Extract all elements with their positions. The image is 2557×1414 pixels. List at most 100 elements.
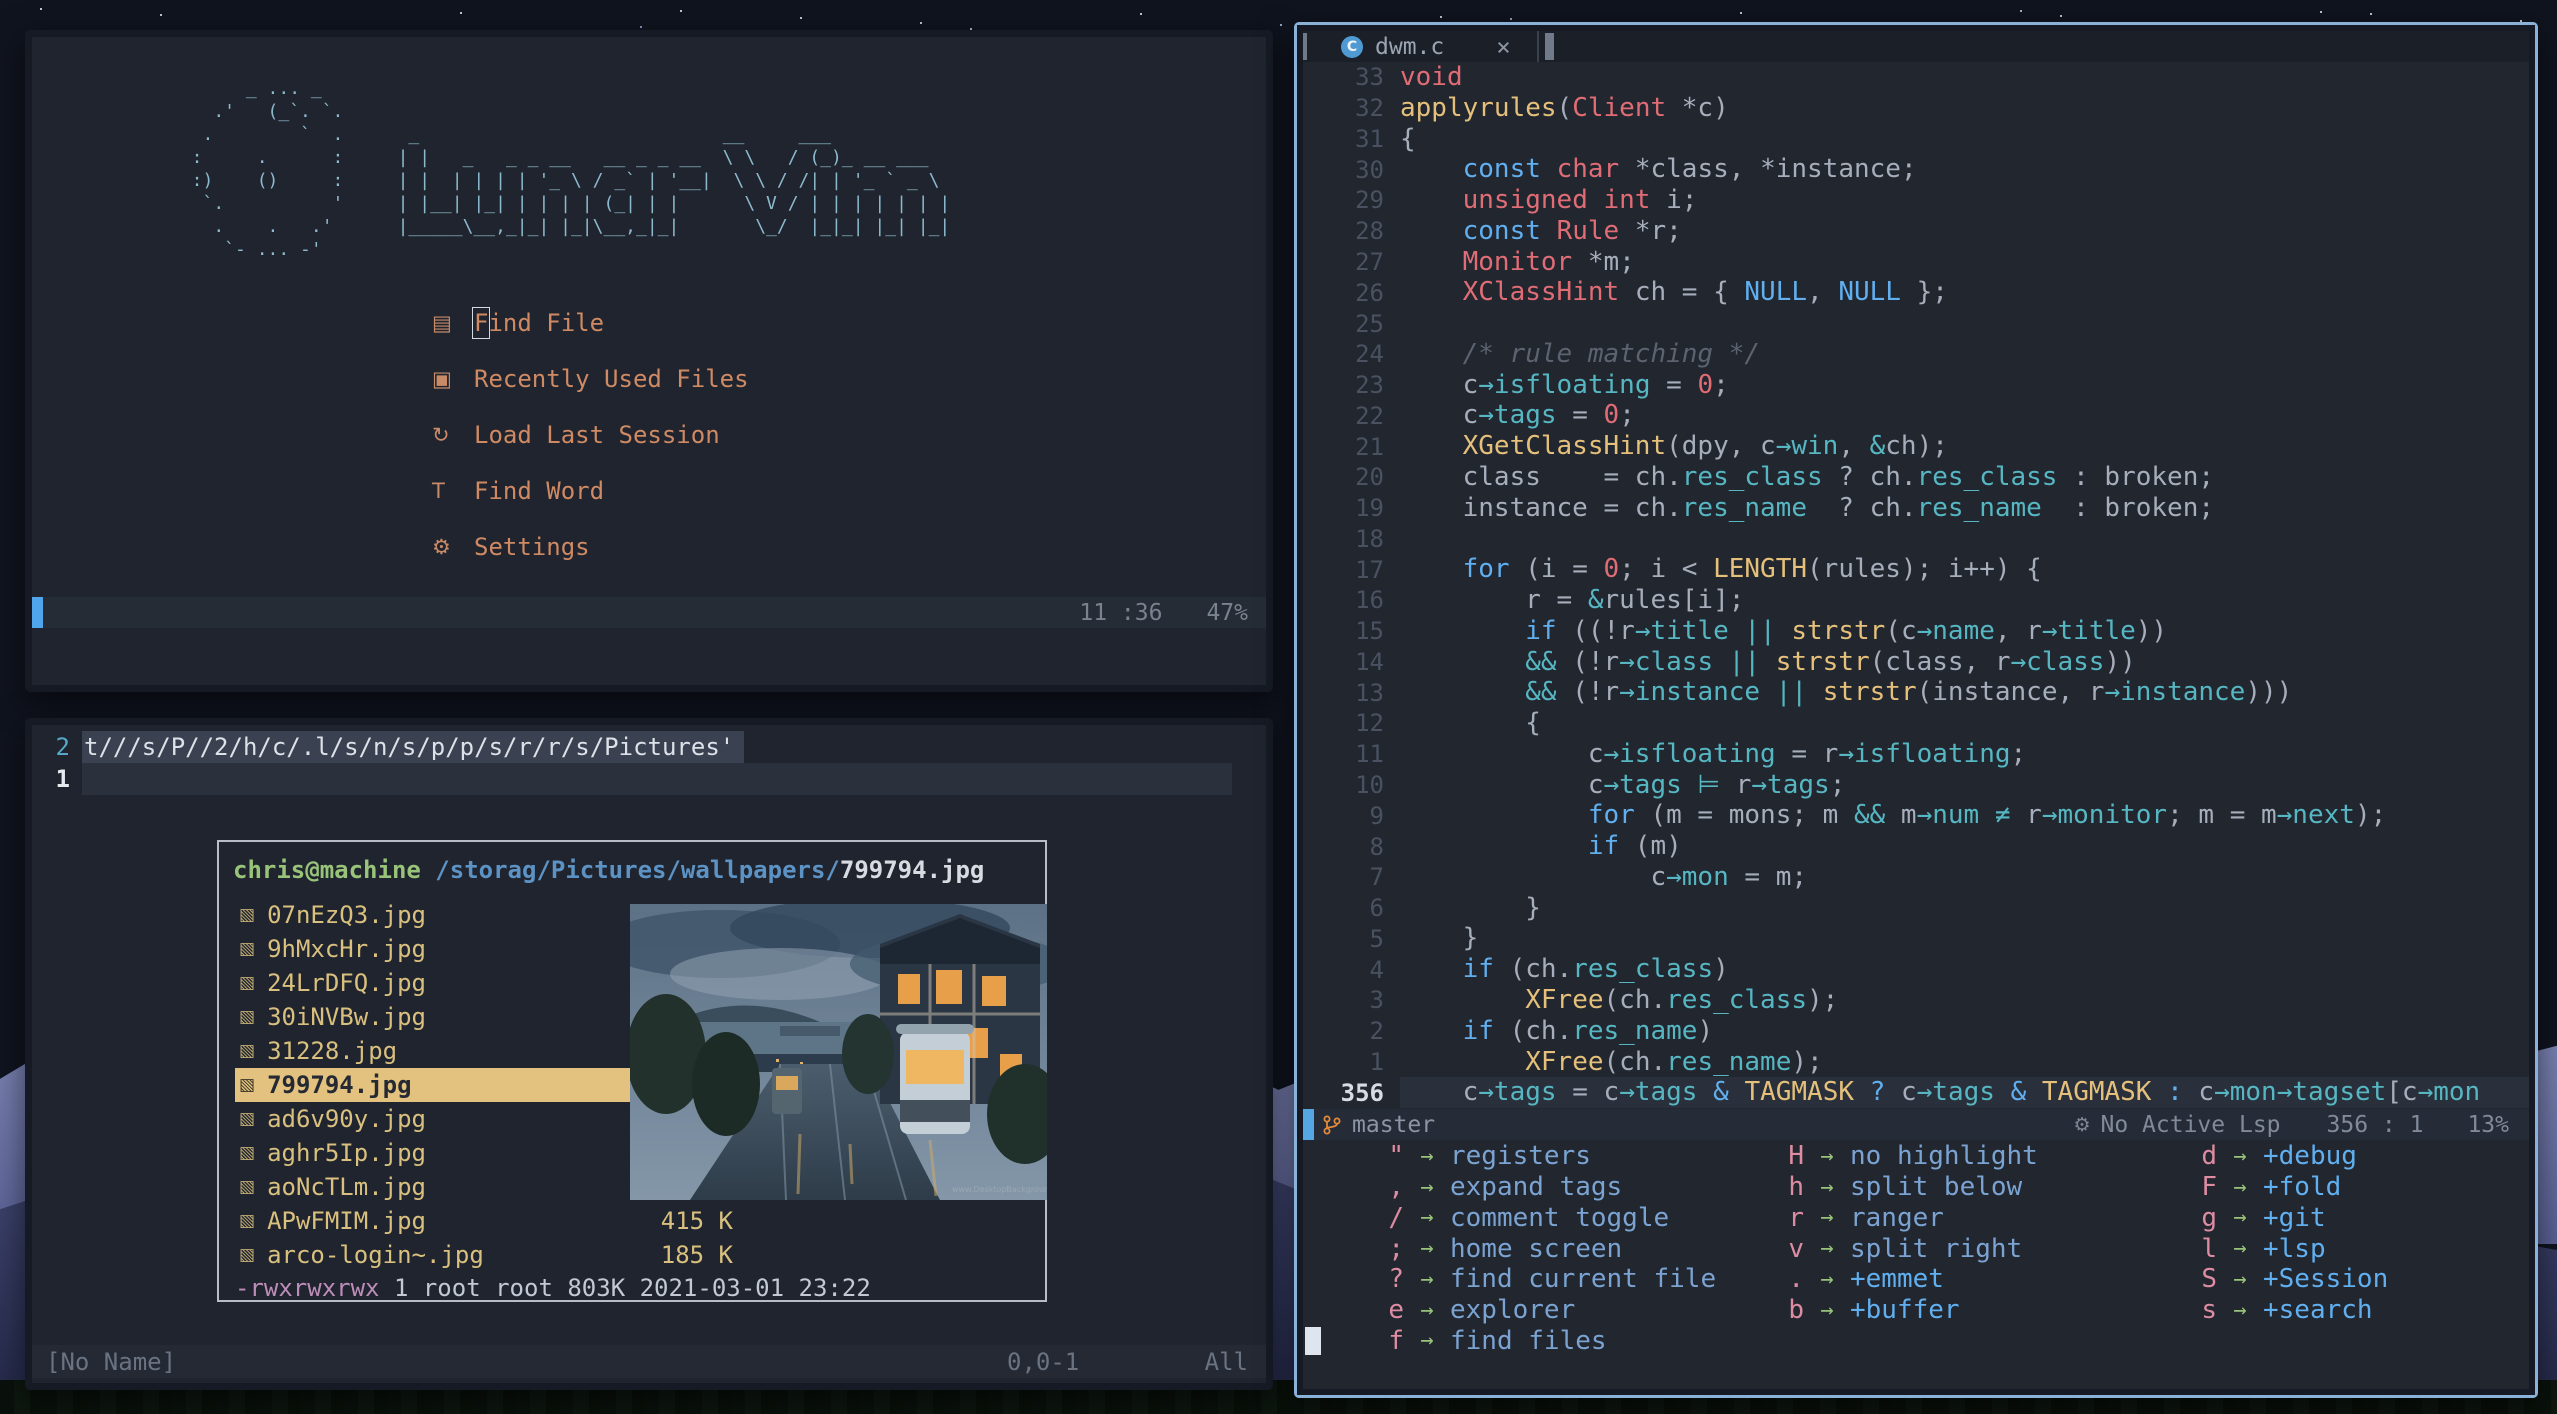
- line-number: 13: [1355, 678, 1384, 707]
- whichkey-item-find-files[interactable]: f → find files: [1358, 1326, 1716, 1357]
- code-line[interactable]: 12 {: [1303, 708, 2529, 739]
- file-name: 07nEzQ3.jpg: [267, 901, 427, 929]
- buffer-name: [No Name]: [46, 1347, 177, 1376]
- settings-icon: ⚙: [432, 535, 451, 559]
- menu-item-settings[interactable]: ⚙ Settings: [432, 519, 749, 575]
- whichkey-item-split-below[interactable]: h → split below: [1758, 1172, 2038, 1203]
- whichkey-item--git[interactable]: g → +git: [2171, 1203, 2388, 1234]
- desktop: _ ... _ .' (_`. `. . ` . _ __ ___ : . : …: [0, 0, 2557, 1414]
- code-line[interactable]: 15 if ((!r→title || strstr(c→name, r→tit…: [1303, 616, 2529, 647]
- whichkey-key: l: [2201, 1233, 2217, 1264]
- whichkey-key: v: [1788, 1233, 1804, 1264]
- code-line[interactable]: 14 && (!r→class || strstr(class, r→class…: [1303, 647, 2529, 678]
- file-name: aghr5Ip.jpg: [267, 1139, 427, 1167]
- window-file-preview[interactable]: 2 t///s/P//2/h/c/.l/s/n/s/p/p/s/r/r/s/Pi…: [25, 718, 1273, 1390]
- line-text: Monitor *m;: [1462, 246, 1635, 277]
- image-file-icon: ▧: [239, 1109, 256, 1129]
- file-manager-popup[interactable]: chris@machine /storag/Pictures/wallpaper…: [217, 840, 1047, 1302]
- whichkey-item--debug[interactable]: d → +debug: [2171, 1141, 2388, 1172]
- code-line[interactable]: 30 const char *class, *instance;: [1303, 154, 2529, 185]
- line-text: instance = ch.res_name ? ch.res_name : b…: [1400, 492, 2214, 523]
- code-line[interactable]: 19 instance = ch.res_name ? ch.res_name …: [1303, 493, 2529, 524]
- whichkey-item-find-current-file[interactable]: ? → find current file: [1358, 1264, 1716, 1295]
- menu-item-find-word[interactable]: T Find Word: [432, 463, 749, 519]
- code-line[interactable]: 29 unsigned int i;: [1303, 185, 2529, 216]
- line-number: 5: [1369, 924, 1384, 953]
- permission-details: 1 root root 803K 2021-03-01 23:22: [379, 1274, 871, 1302]
- code-line[interactable]: 18: [1303, 523, 2529, 554]
- code-line[interactable]: 1 XFree(ch.res_name);: [1303, 1047, 2529, 1078]
- code-line[interactable]: 5 }: [1303, 923, 2529, 954]
- git-branch-name[interactable]: master: [1352, 1112, 1435, 1138]
- code-line[interactable]: 26 XClassHint ch = { NULL, NULL };: [1303, 277, 2529, 308]
- code-line[interactable]: 3 XFree(ch.res_class);: [1303, 985, 2529, 1016]
- whichkey-key: .: [1788, 1264, 1804, 1295]
- scroll-indicator: All: [1204, 1347, 1248, 1376]
- window-code-editor[interactable]: C dwm.c × 33 void 32 applyrules(Client *c) 3…: [1294, 22, 2538, 1398]
- cursorline-highlight: [82, 763, 1232, 795]
- code-line[interactable]: 8 if (m): [1303, 831, 2529, 862]
- code-buffer[interactable]: 33 void 32 applyrules(Client *c) 31{30 const…: [1303, 62, 2529, 1109]
- code-line[interactable]: 6 }: [1303, 893, 2529, 924]
- code-line[interactable]: 22 c→tags = 0;: [1303, 400, 2529, 431]
- code-line[interactable]: 13 && (!r→instance || strstr(instance, r…: [1303, 677, 2529, 708]
- lsp-gear-icon: ⚙: [2073, 1113, 2091, 1136]
- close-icon[interactable]: ×: [1496, 33, 1510, 61]
- whichkey-item--lsp[interactable]: l → +lsp: [2171, 1233, 2388, 1264]
- line-number: 29: [1355, 186, 1384, 215]
- whichkey-item-ranger[interactable]: r → ranger: [1758, 1203, 2038, 1234]
- code-line[interactable]: 24 /* rule matching */: [1303, 339, 2529, 370]
- code-line[interactable]: 10 c→tags ⊨ r→tags;: [1303, 770, 2529, 801]
- whichkey-item-expand-tags[interactable]: , → expand tags: [1358, 1172, 1716, 1203]
- code-line[interactable]: 27 Monitor *m;: [1303, 247, 2529, 278]
- menu-item-find-file[interactable]: ▤ Find File: [432, 295, 749, 351]
- whichkey-key: r: [1788, 1202, 1804, 1233]
- code-line[interactable]: 21 XGetClassHint(dpy, c→win, &ch);: [1303, 431, 2529, 462]
- line-text: r = &rules[i];: [1400, 585, 1745, 616]
- whichkey-item-split-right[interactable]: v → split right: [1758, 1233, 2038, 1264]
- whichkey-item-home-screen[interactable]: ; → home screen: [1358, 1233, 1716, 1264]
- menu-item-load-last-session[interactable]: ↻ Load Last Session: [432, 407, 749, 463]
- code-line[interactable]: 28 const Rule *r;: [1303, 216, 2529, 247]
- line-text: void: [1400, 62, 1463, 92]
- arrow-right-icon: →: [1420, 1205, 1434, 1231]
- whichkey-item-explorer[interactable]: e → explorer: [1358, 1295, 1716, 1326]
- code-line[interactable]: 11 c→isfloating = r→isfloating;: [1303, 739, 2529, 770]
- line-text: c→tags = 0;: [1400, 400, 1635, 431]
- whichkey-item-no-highlight[interactable]: H → no highlight: [1758, 1141, 2038, 1172]
- code-line[interactable]: 4 if (ch.res_class): [1303, 954, 2529, 985]
- whichkey-item-registers[interactable]: " → registers: [1358, 1141, 1716, 1172]
- code-line[interactable]: 23 c→isfloating = 0;: [1303, 370, 2529, 401]
- file-row[interactable]: ▧ APwFMIM.jpg 415 K: [235, 1204, 741, 1238]
- code-line[interactable]: 20 class = ch.res_class ? ch.res_class :…: [1303, 462, 2529, 493]
- code-line[interactable]: 25: [1303, 308, 2529, 339]
- window-lunarvim-dashboard[interactable]: _ ... _ .' (_`. `. . ` . _ __ ___ : . : …: [25, 30, 1273, 692]
- whichkey-column: " → registers, → expand tags / → comment toggle…: [1358, 1141, 1716, 1356]
- code-line[interactable]: 17 for (i = 0; i < LENGTH(rules); i++) {: [1303, 554, 2529, 585]
- whichkey-item--emmet[interactable]: . → +emmet: [1758, 1264, 2038, 1295]
- line-number: 20: [1355, 463, 1384, 492]
- code-line-current[interactable]: 356 c→tags = c→tags & TAGMASK ? c→tags &…: [1303, 1077, 2529, 1109]
- menu-item-label: Recently Used Files: [474, 365, 749, 393]
- whichkey-item--search[interactable]: s → +search: [2171, 1295, 2388, 1326]
- whichkey-item--buffer[interactable]: b → +buffer: [1758, 1295, 2038, 1326]
- code-line[interactable]: 16 r = &rules[i];: [1303, 585, 2529, 616]
- buffer-line-2[interactable]: 2 t///s/P//2/h/c/.l/s/n/s/p/p/s/r/r/s/Pi…: [32, 731, 1266, 763]
- tabline-cursor: [1544, 33, 1554, 60]
- menu-item-recently-used-files[interactable]: ▣ Recently Used Files: [432, 351, 749, 407]
- cursor-position: 356 : 1: [2326, 1111, 2424, 1138]
- whichkey-item--session[interactable]: S → +Session: [2171, 1264, 2388, 1295]
- code-line[interactable]: 2 if (ch.res_name): [1303, 1016, 2529, 1047]
- tab-dwm-c[interactable]: dwm.c: [1375, 34, 1444, 60]
- code-line[interactable]: 31 {: [1303, 124, 2529, 155]
- code-line[interactable]: 32 applyrules(Client *c): [1303, 93, 2529, 124]
- code-line[interactable]: 33 void: [1303, 62, 2529, 93]
- whichkey-item-comment-toggle[interactable]: / → comment toggle: [1358, 1203, 1716, 1234]
- code-line[interactable]: 9 for (m = mons; m && m→num ≠ r→monitor;…: [1303, 800, 2529, 831]
- code-line[interactable]: 7 c→mon = m;: [1303, 862, 2529, 893]
- file-row[interactable]: ▧ arco-login~.jpg 185 K: [235, 1238, 741, 1272]
- buffer-line-1[interactable]: 1: [32, 763, 1266, 795]
- whichkey-item--fold[interactable]: F → +fold: [2171, 1172, 2388, 1203]
- menu-item-label: Find File: [471, 307, 605, 339]
- line-text: XGetClassHint(dpy, c→win, &ch);: [1400, 431, 1948, 462]
